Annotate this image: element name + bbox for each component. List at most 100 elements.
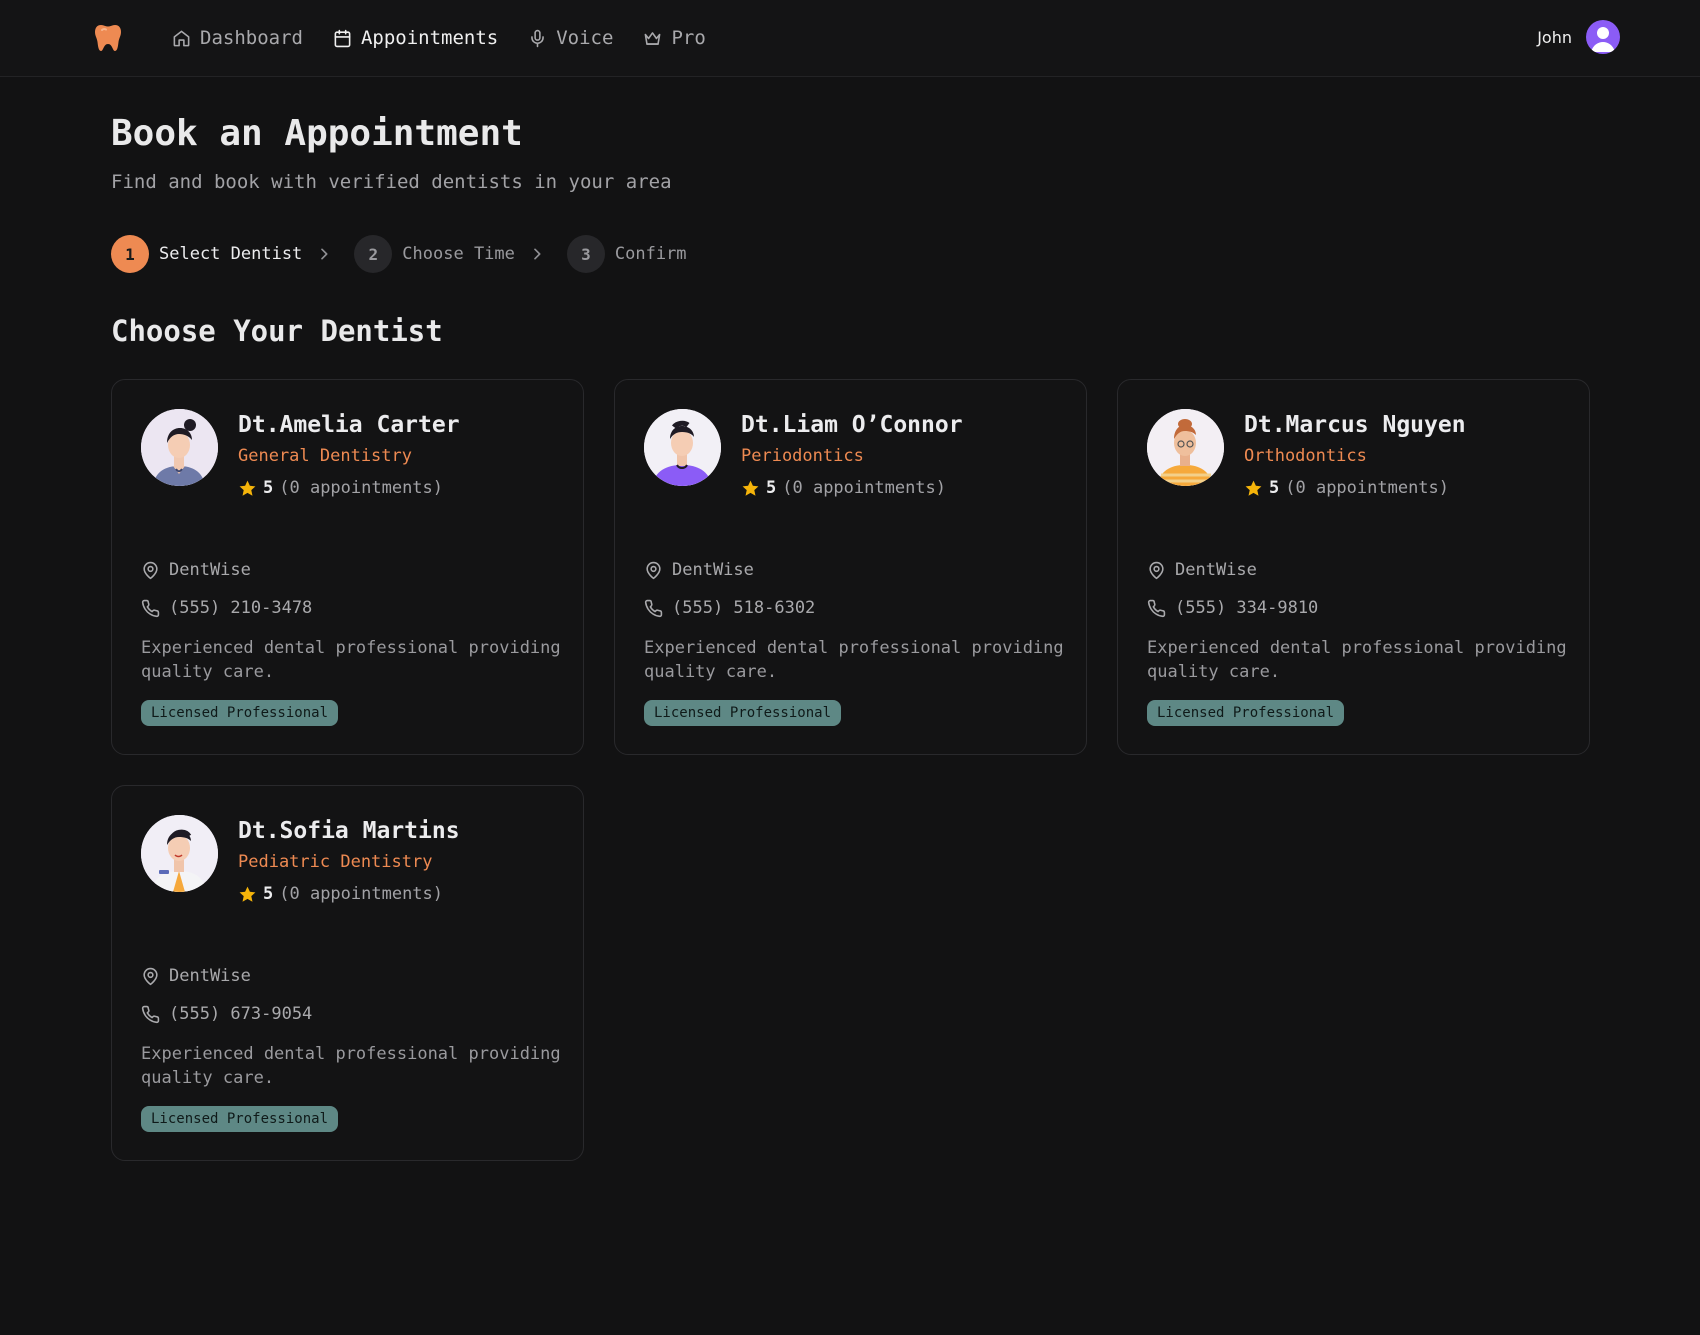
- step-confirm[interactable]: 3 Confirm: [566, 235, 687, 273]
- dentist-illustration-icon: [141, 815, 218, 892]
- dentist-description: Experienced dental professional providin…: [644, 638, 1064, 682]
- user-name: John: [1537, 27, 1572, 47]
- star-icon: [239, 886, 256, 902]
- step-number: 2: [354, 235, 393, 273]
- dentist-avatar: [141, 409, 218, 486]
- dentist-description: Experienced dental professional providin…: [1147, 638, 1567, 682]
- nav-item-pro[interactable]: Pro: [643, 27, 706, 49]
- rating-value: 5: [766, 478, 777, 498]
- phone-icon: [141, 599, 160, 617]
- dentist-card[interactable]: Dt.Sofia Martins Pediatric Dentistry 5 (…: [111, 785, 584, 1161]
- dentist-rating: 5 (0 appointments): [741, 478, 946, 498]
- appointment-count: (0 appointments): [782, 478, 947, 498]
- microphone-icon: [531, 29, 545, 47]
- nav-item-label: Voice: [556, 27, 614, 49]
- licensed-badge: Licensed Professional: [644, 700, 842, 726]
- dentist-rating: 5 (0 appointments): [238, 478, 443, 498]
- dentist-name: Dt.Marcus Nguyen: [1244, 412, 1466, 438]
- location-row: DentWise: [644, 560, 754, 580]
- dentist-rating: 5 (0 appointments): [1244, 478, 1449, 498]
- location-text: DentWise: [169, 966, 251, 986]
- phone-text: (555) 210-3478: [169, 598, 313, 618]
- licensed-badge: Licensed Professional: [141, 700, 339, 726]
- map-pin-icon: [143, 561, 158, 579]
- top-navbar: Dashboard Appointments Voice Pro John: [0, 0, 1700, 77]
- dentist-specialty: Orthodontics: [1244, 446, 1367, 466]
- home-icon: [173, 30, 190, 46]
- appointment-count: (0 appointments): [279, 884, 444, 904]
- calendar-icon: [334, 29, 351, 47]
- dentist-name: Dt.Amelia Carter: [238, 412, 460, 438]
- licensed-badge: Licensed Professional: [1147, 700, 1345, 726]
- crown-icon: [645, 31, 661, 45]
- map-pin-icon: [143, 967, 158, 985]
- dentist-description: Experienced dental professional providin…: [141, 1044, 561, 1088]
- phone-icon: [1147, 599, 1166, 617]
- location-text: DentWise: [672, 560, 754, 580]
- location-text: DentWise: [1175, 560, 1257, 580]
- star-icon: [1245, 480, 1262, 496]
- dentist-avatar: [644, 409, 721, 486]
- map-pin-icon: [1149, 561, 1164, 579]
- booking-steps: 1 Select Dentist 2 Choose Time 3 Confirm: [111, 235, 687, 273]
- step-label: Select Dentist: [159, 244, 303, 264]
- rating-value: 5: [263, 884, 274, 904]
- star-icon: [239, 480, 256, 496]
- page-subtitle: Find and book with verified dentists in …: [111, 171, 672, 193]
- location-text: DentWise: [169, 560, 251, 580]
- phone-row: (555) 210-3478: [141, 598, 312, 618]
- step-number: 3: [566, 235, 605, 273]
- phone-text: (555) 518-6302: [672, 598, 816, 618]
- phone-icon: [644, 599, 663, 617]
- dentist-specialty: General Dentistry: [238, 446, 412, 466]
- dentist-avatar: [141, 815, 218, 892]
- dentist-avatar: [1147, 409, 1224, 486]
- step-label: Choose Time: [402, 244, 515, 264]
- dentist-illustration-icon: [1147, 409, 1224, 486]
- dentist-illustration-icon: [644, 409, 721, 486]
- location-row: DentWise: [1147, 560, 1257, 580]
- rating-value: 5: [1269, 478, 1280, 498]
- dentist-name: Dt.Sofia Martins: [238, 818, 460, 844]
- nav-item-label: Appointments: [360, 27, 499, 49]
- phone-row: (555) 673-9054: [141, 1004, 312, 1024]
- phone-row: (555) 518-6302: [644, 598, 815, 618]
- licensed-badge: Licensed Professional: [141, 1106, 339, 1132]
- nav-links: Dashboard Appointments Voice Pro: [172, 0, 706, 76]
- phone-text: (555) 673-9054: [169, 1004, 313, 1024]
- nav-item-label: Dashboard: [200, 27, 303, 49]
- dentist-rating: 5 (0 appointments): [238, 884, 443, 904]
- nav-item-label: Pro: [671, 27, 706, 49]
- map-pin-icon: [646, 561, 661, 579]
- nav-item-voice[interactable]: Voice: [528, 27, 613, 49]
- section-title: Choose Your Dentist: [111, 314, 443, 348]
- dentist-card[interactable]: Dt.Liam O’Connor Periodontics 5 (0 appoi…: [614, 379, 1087, 755]
- appointment-count: (0 appointments): [279, 478, 444, 498]
- dentist-illustration-icon: [141, 409, 218, 486]
- dentist-card[interactable]: Dt.Marcus Nguyen Orthodontics 5 (0 appoi…: [1117, 379, 1590, 755]
- dentist-specialty: Pediatric Dentistry: [238, 852, 433, 872]
- step-choose-time[interactable]: 2 Choose Time: [354, 235, 515, 273]
- dentist-name: Dt.Liam O’Connor: [741, 412, 963, 438]
- rating-value: 5: [263, 478, 274, 498]
- chevron-right-icon: [321, 248, 328, 260]
- star-icon: [742, 480, 759, 496]
- user-avatar[interactable]: [1586, 20, 1620, 54]
- nav-item-dashboard[interactable]: Dashboard: [172, 27, 303, 49]
- dentist-specialty: Periodontics: [741, 446, 864, 466]
- location-row: DentWise: [141, 966, 251, 986]
- user-silhouette-icon: [1591, 27, 1615, 52]
- chevron-right-icon: [534, 248, 541, 260]
- page-title: Book an Appointment: [111, 113, 523, 154]
- dentist-description: Experienced dental professional providin…: [141, 638, 561, 682]
- phone-text: (555) 334-9810: [1175, 598, 1319, 618]
- nav-item-appointments[interactable]: Appointments: [333, 27, 498, 49]
- phone-icon: [141, 1005, 160, 1023]
- tooth-logo-icon[interactable]: [92, 22, 124, 54]
- step-number: 1: [111, 235, 149, 273]
- user-menu[interactable]: John: [1537, 20, 1620, 54]
- location-row: DentWise: [141, 560, 251, 580]
- step-select-dentist[interactable]: 1 Select Dentist: [111, 235, 302, 273]
- dentist-card[interactable]: Dt.Amelia Carter General Dentistry 5 (0 …: [111, 379, 584, 755]
- step-label: Confirm: [614, 244, 687, 264]
